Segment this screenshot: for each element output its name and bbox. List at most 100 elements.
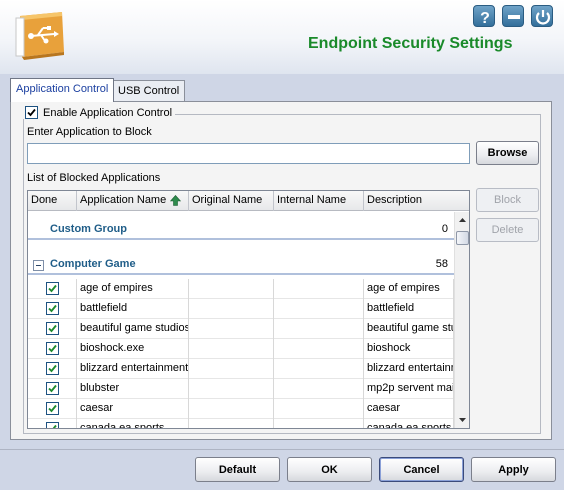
- group-count: 0: [441, 223, 448, 235]
- row-checkbox[interactable]: [46, 342, 59, 355]
- cell-app: bioshock.exe: [77, 339, 189, 359]
- cell-original: [189, 419, 274, 428]
- check-icon: [48, 344, 57, 353]
- row-checkbox[interactable]: [46, 362, 59, 375]
- check-icon: [48, 404, 57, 413]
- power-icon[interactable]: [531, 5, 553, 27]
- tab-usb-control[interactable]: USB Control: [112, 80, 186, 102]
- check-icon: [48, 384, 57, 393]
- apply-button-label: Apply: [498, 463, 529, 476]
- check-icon: [48, 324, 57, 333]
- table-row[interactable]: age of empires age of empires: [28, 279, 454, 299]
- check-icon: [48, 284, 57, 293]
- row-checkbox[interactable]: [46, 422, 59, 428]
- cell-app: battlefield: [77, 299, 189, 319]
- default-button[interactable]: Default: [195, 457, 280, 482]
- cell-description: caesar: [364, 399, 454, 419]
- column-header-done[interactable]: Done: [28, 191, 77, 211]
- cell-description: blizzard entertainment: [364, 359, 454, 379]
- done-cell: [28, 299, 77, 319]
- ok-button-label: OK: [321, 463, 338, 476]
- check-icon: [48, 304, 57, 313]
- done-cell: [28, 419, 77, 428]
- cell-description: canada ea sports: [364, 419, 454, 428]
- cell-internal: [274, 399, 364, 419]
- row-checkbox[interactable]: [46, 382, 59, 395]
- group-name: Custom Group: [50, 223, 127, 235]
- table-row[interactable]: blubster mp2p servent main: [28, 379, 454, 399]
- row-checkbox[interactable]: [46, 402, 59, 415]
- table-row[interactable]: battlefield battlefield: [28, 299, 454, 319]
- cell-description: beautiful game studios: [364, 319, 454, 339]
- ok-button[interactable]: OK: [287, 457, 372, 482]
- usb-drive-icon: [15, 12, 64, 60]
- blocked-applications-table: Done Application Name Original Name Inte…: [27, 190, 470, 429]
- cell-description: bioshock: [364, 339, 454, 359]
- done-cell: [28, 359, 77, 379]
- help-icon[interactable]: ?: [473, 5, 495, 27]
- delete-button[interactable]: Delete: [476, 218, 539, 242]
- block-button[interactable]: Block: [476, 188, 539, 212]
- column-header-application-name-label: Application Name: [80, 194, 167, 206]
- group-name: Computer Game: [50, 258, 136, 270]
- cell-internal: [274, 419, 364, 428]
- footer-divider: [0, 449, 564, 450]
- cell-app: blizzard entertainment: [77, 359, 189, 379]
- browse-button[interactable]: Browse: [476, 141, 539, 165]
- row-checkbox[interactable]: [46, 302, 59, 315]
- application-to-block-input[interactable]: [27, 143, 470, 164]
- cell-description: mp2p servent main: [364, 379, 454, 399]
- done-cell: [28, 319, 77, 339]
- scrollbar-thumb[interactable]: [456, 231, 469, 245]
- tab-application-control[interactable]: Application Control: [10, 78, 115, 102]
- block-button-label: Block: [494, 194, 521, 206]
- column-header-description[interactable]: Description: [364, 191, 469, 211]
- row-checkbox[interactable]: [46, 322, 59, 335]
- cell-description: battlefield: [364, 299, 454, 319]
- table-row[interactable]: bioshock.exe bioshock: [28, 339, 454, 359]
- cell-internal: [274, 379, 364, 399]
- table-row[interactable]: blizzard entertainment blizzard entertain…: [28, 359, 454, 379]
- vertical-scrollbar[interactable]: [454, 212, 469, 428]
- column-header-internal-name[interactable]: Internal Name: [274, 191, 364, 211]
- group-row-computer-game[interactable]: Computer Game 58: [28, 255, 454, 275]
- table-header: Done Application Name Original Name Inte…: [28, 191, 469, 211]
- check-icon: [48, 364, 57, 373]
- done-cell: [28, 339, 77, 359]
- checkbox-checked-icon[interactable]: [25, 106, 38, 119]
- cell-internal: [274, 299, 364, 319]
- block-input-label: Enter Application to Block: [27, 126, 152, 138]
- group-row-custom-group[interactable]: Custom Group 0: [28, 220, 454, 240]
- app-title: Endpoint Security Settings: [308, 35, 513, 52]
- scroll-down-arrow-icon[interactable]: [456, 413, 469, 426]
- column-header-application-name[interactable]: Application Name: [77, 191, 189, 211]
- header-banner: Endpoint Security Settings ?: [0, 0, 564, 74]
- collapse-icon[interactable]: [33, 260, 44, 271]
- cell-app: caesar: [77, 399, 189, 419]
- enable-application-control-checkbox[interactable]: Enable Application Control: [22, 106, 176, 119]
- cell-original: [189, 319, 274, 339]
- browse-button-label: Browse: [487, 147, 528, 159]
- cell-internal: [274, 359, 364, 379]
- cell-original: [189, 279, 274, 299]
- scroll-up-arrow-icon[interactable]: [456, 214, 469, 227]
- minimize-icon[interactable]: [502, 5, 524, 27]
- cancel-button[interactable]: Cancel: [379, 457, 464, 482]
- done-cell: [28, 379, 77, 399]
- column-header-original-name[interactable]: Original Name: [189, 191, 274, 211]
- cell-internal: [274, 279, 364, 299]
- cell-internal: [274, 339, 364, 359]
- done-cell: [28, 279, 77, 299]
- apply-button[interactable]: Apply: [471, 457, 556, 482]
- cell-original: [189, 359, 274, 379]
- table-row[interactable]: caesar caesar: [28, 399, 454, 419]
- cell-app: beautiful game studios: [77, 319, 189, 339]
- group-count: 58: [435, 258, 448, 270]
- sort-ascending-icon: [170, 194, 182, 206]
- row-checkbox[interactable]: [46, 282, 59, 295]
- cancel-button-label: Cancel: [403, 463, 440, 476]
- cell-app: age of empires: [77, 279, 189, 299]
- table-row[interactable]: beautiful game studios beautiful game stu…: [28, 319, 454, 339]
- blocked-list-label: List of Blocked Applications: [27, 172, 161, 184]
- table-row[interactable]: canada ea sports canada ea sports: [28, 419, 454, 428]
